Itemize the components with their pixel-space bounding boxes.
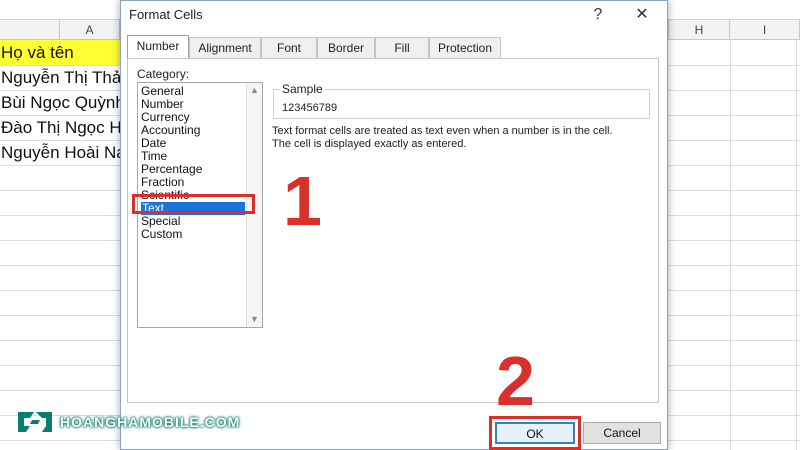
highlight-box-text-category xyxy=(132,194,255,214)
step-2-label: 2 xyxy=(496,342,535,420)
description-line-2: The cell is displayed exactly as entered… xyxy=(272,138,467,150)
column-header-i[interactable]: I xyxy=(730,20,800,40)
format-description: Text format cells are treated as text ev… xyxy=(272,125,652,151)
cell-a3[interactable]: Bùi Ngọc Quỳnh xyxy=(0,90,120,115)
tab-font[interactable]: Font xyxy=(261,37,317,59)
dialog-titlebar[interactable]: Format Cells ? ✕ xyxy=(121,1,667,29)
help-icon[interactable]: ? xyxy=(583,3,613,27)
cell-a4[interactable]: Đào Thị Ngọc H xyxy=(0,115,120,140)
tab-alignment[interactable]: Alignment xyxy=(189,37,261,59)
sample-value: 123456789 xyxy=(282,102,338,114)
category-label: Category: xyxy=(137,67,190,81)
sample-label: Sample xyxy=(280,82,325,96)
cell-a1[interactable]: Họ và tên xyxy=(0,40,120,65)
description-line-1: Text format cells are treated as text ev… xyxy=(272,125,613,137)
column-header-h[interactable]: H xyxy=(668,20,730,40)
logo-mark-icon xyxy=(18,412,52,432)
format-cells-dialog: Format Cells ? ✕ Number Alignment Font B… xyxy=(120,0,668,450)
tab-number[interactable]: Number xyxy=(127,35,189,59)
tab-protection[interactable]: Protection xyxy=(429,37,501,59)
gridline xyxy=(730,40,731,450)
step-1-label: 1 xyxy=(283,162,322,240)
close-icon[interactable]: ✕ xyxy=(627,3,657,27)
cancel-button[interactable]: Cancel xyxy=(583,422,661,444)
gridline xyxy=(796,40,797,450)
category-item-custom[interactable]: Custom xyxy=(141,228,182,241)
ok-button[interactable]: OK xyxy=(495,422,575,444)
column-header-a[interactable]: A xyxy=(60,20,120,40)
cell-a5[interactable]: Nguyễn Hoài Na xyxy=(0,140,120,165)
logo-text: HOANGHAMOBILE.COM xyxy=(60,414,241,430)
tab-border[interactable]: Border xyxy=(317,37,375,59)
column-header-blank[interactable] xyxy=(0,20,60,40)
cell-a2[interactable]: Nguyễn Thị Thả xyxy=(0,65,120,90)
scroll-down-icon[interactable]: ▼ xyxy=(247,312,262,327)
dialog-title: Format Cells xyxy=(129,7,203,22)
tab-fill[interactable]: Fill xyxy=(375,37,429,59)
scroll-up-icon[interactable]: ▲ xyxy=(247,83,262,98)
